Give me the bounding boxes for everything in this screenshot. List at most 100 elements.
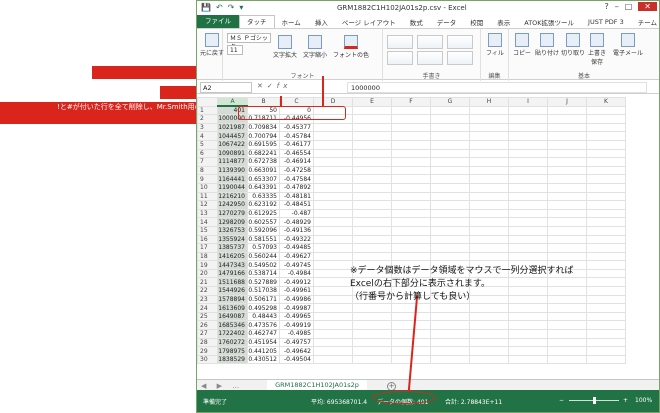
cell-j[interactable] (547, 182, 587, 193)
name-box[interactable]: A2 (200, 82, 252, 93)
customize-icon[interactable]: ▾ (239, 3, 243, 12)
cell-a[interactable]: 1242950 (217, 200, 248, 210)
row-header[interactable]: 11 (197, 191, 218, 202)
cell-c[interactable]: -0.49745 (279, 260, 314, 270)
cell-k[interactable] (586, 165, 626, 176)
cell-b[interactable]: 0.643391 (247, 182, 280, 193)
row-header[interactable]: 20 (197, 268, 218, 279)
row-header[interactable]: 22 (197, 286, 218, 296)
cell-g[interactable] (430, 157, 470, 167)
cell-a[interactable]: 1479166 (217, 268, 248, 279)
pen-style-1[interactable] (387, 35, 413, 49)
cell-k[interactable] (586, 225, 626, 236)
cell-d[interactable] (313, 346, 353, 356)
cell-f[interactable] (391, 208, 431, 219)
cell-e[interactable] (352, 174, 392, 184)
cell-f[interactable] (391, 165, 431, 176)
cell-a[interactable]: 1760272 (217, 337, 248, 348)
cell-c[interactable]: -0.49912 (279, 277, 314, 288)
zoom-slider[interactable] (569, 397, 619, 404)
cell-g[interactable] (430, 131, 470, 141)
cell-g[interactable] (430, 346, 470, 356)
cell-e[interactable] (352, 122, 392, 133)
cell-i[interactable] (508, 320, 548, 331)
cell-f[interactable] (391, 217, 431, 227)
cell-b[interactable]: 0.700794 (247, 131, 280, 141)
cell-g[interactable] (430, 208, 470, 219)
cell-b[interactable]: 0.623192 (247, 200, 280, 210)
paste-button[interactable]: 貼り付け (535, 33, 559, 57)
restore-button[interactable]: □ (625, 2, 633, 11)
cell-i[interactable] (508, 148, 548, 159)
select-all-corner[interactable] (197, 97, 218, 107)
cell-f[interactable] (391, 174, 431, 184)
cell-c[interactable]: -0.49322 (279, 234, 314, 245)
column-header-f[interactable]: F (391, 97, 431, 107)
cell-c[interactable]: -0.48929 (279, 217, 314, 227)
cell-h[interactable] (469, 320, 509, 331)
cell-j[interactable] (547, 234, 587, 245)
cell-h[interactable] (469, 303, 509, 313)
cell-e[interactable] (352, 320, 392, 331)
cell-i[interactable] (508, 234, 548, 245)
cell-f[interactable] (391, 148, 431, 159)
cell-i[interactable] (508, 243, 548, 253)
row-header[interactable]: 25 (197, 311, 218, 322)
row-header[interactable]: 8 (197, 165, 218, 176)
cell-f[interactable] (391, 243, 431, 253)
cell-e[interactable] (352, 251, 392, 262)
tab-view[interactable]: 表示 (490, 17, 517, 27)
cell-j[interactable] (547, 354, 587, 365)
row-header[interactable]: 12 (197, 200, 218, 210)
cell-h[interactable] (469, 251, 509, 262)
cell-f[interactable] (391, 329, 431, 339)
cell-h[interactable] (469, 354, 509, 365)
cell-a[interactable]: 1447343 (217, 260, 248, 270)
cell-c[interactable]: -0.49136 (279, 225, 314, 236)
row-header[interactable]: 9 (197, 174, 218, 184)
undo-icon[interactable]: ↶ (216, 3, 223, 12)
row-header[interactable]: 21 (197, 277, 218, 288)
row-header[interactable]: 13 (197, 208, 218, 219)
cell-b[interactable]: 0.430512 (247, 354, 280, 365)
cell-f[interactable] (391, 234, 431, 245)
cut-button[interactable]: 切り取り (561, 33, 585, 57)
cell-g[interactable] (430, 311, 470, 322)
cell-d[interactable] (313, 122, 353, 133)
cell-d[interactable] (313, 286, 353, 296)
overwrite-save-button[interactable]: 上書き保存 (587, 33, 607, 66)
row-header[interactable]: 23 (197, 294, 218, 305)
font-name-select[interactable]: ＭＳ Ｐゴシック (227, 33, 271, 51)
formula-input[interactable]: 1000000 (347, 82, 647, 93)
row-header[interactable]: 28 (197, 337, 218, 348)
row-header[interactable]: 5 (197, 139, 218, 150)
cell-a[interactable]: 1578894 (217, 294, 248, 305)
cell-h[interactable] (469, 122, 509, 133)
cell-j[interactable] (547, 148, 587, 159)
row-header[interactable]: 18 (197, 251, 218, 262)
cell-b[interactable]: 0.495298 (247, 303, 280, 313)
cell-h[interactable] (469, 139, 509, 150)
cell-j[interactable] (547, 191, 587, 202)
cell-h[interactable] (469, 337, 509, 348)
cell-h[interactable] (469, 165, 509, 176)
cell-g[interactable] (430, 225, 470, 236)
help-button[interactable]: ? (604, 2, 608, 11)
cell-b[interactable]: 0.672738 (247, 157, 280, 167)
column-header-j[interactable]: J (547, 97, 587, 107)
row-header[interactable]: 1 (197, 105, 218, 116)
cell-c[interactable]: -0.47892 (279, 182, 314, 193)
cell-i[interactable] (508, 182, 548, 193)
cell-i[interactable] (508, 122, 548, 133)
cell-b[interactable]: 0.517038 (247, 286, 280, 296)
cell-b[interactable]: 0.581551 (247, 234, 280, 245)
cell-c[interactable]: -0.47584 (279, 174, 314, 184)
cell-k[interactable] (586, 311, 626, 322)
cell-c[interactable]: -0.4985 (279, 329, 314, 339)
column-header-d[interactable]: D (313, 97, 353, 107)
cell-e[interactable] (352, 131, 392, 141)
cell-k[interactable] (586, 148, 626, 159)
row-header[interactable]: 7 (197, 157, 218, 167)
cell-f[interactable] (391, 105, 431, 116)
cell-c[interactable]: -0.47258 (279, 165, 314, 176)
